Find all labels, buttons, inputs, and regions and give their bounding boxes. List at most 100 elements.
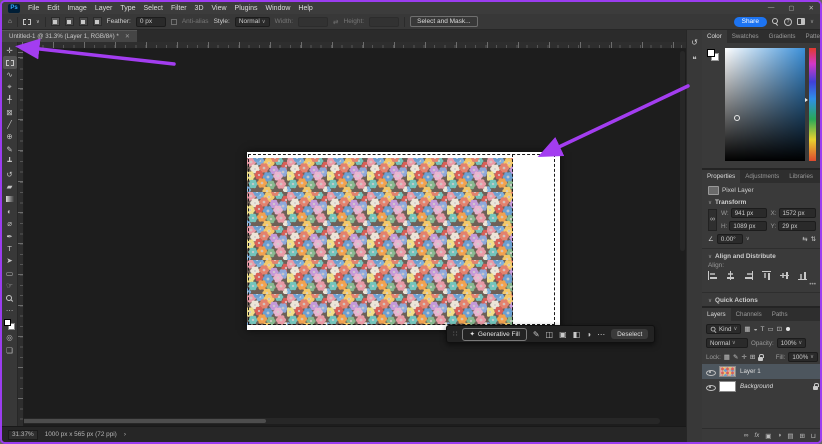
blend-mode-select[interactable]: Normal ∨ <box>706 338 748 348</box>
crop-tool[interactable]: ╃ <box>3 94 17 106</box>
tab-paths[interactable]: Paths <box>767 308 793 321</box>
type-tool[interactable]: T <box>3 242 17 254</box>
align-center-horizontal-icon[interactable] <box>726 271 735 280</box>
width-input[interactable] <box>298 17 328 27</box>
visibility-eye-icon[interactable] <box>706 383 715 391</box>
flip-horizontal-icon[interactable]: ⇆ <box>802 235 807 243</box>
height-input[interactable] <box>369 17 399 27</box>
home-icon[interactable]: ⌂ <box>8 18 12 25</box>
zoom-tool[interactable] <box>3 292 17 304</box>
menu-edit[interactable]: Edit <box>47 5 59 12</box>
link-dimensions-icon[interactable]: ∞ <box>708 209 717 231</box>
hue-slider-marker[interactable] <box>805 98 808 102</box>
lock-artboard-icon[interactable]: ⊞ <box>750 353 755 361</box>
align-section-header[interactable]: ∨ Align and Distribute <box>708 253 816 260</box>
history-icon[interactable]: ↺ <box>691 38 698 47</box>
chevron-down-icon[interactable]: ∨ <box>746 236 750 242</box>
opacity-input[interactable]: 100% ∨ <box>777 338 807 348</box>
transform-section-header[interactable]: ∨ Transform <box>708 199 816 206</box>
workspace-icon[interactable] <box>797 18 805 25</box>
tab-adjustments[interactable]: Adjustments <box>740 170 784 183</box>
modify-selection-brush-icon[interactable]: ✎ <box>533 330 540 339</box>
menu-image[interactable]: Image <box>67 5 86 12</box>
shape-filter-icon[interactable]: ▭ <box>768 325 774 333</box>
tab-gradients[interactable]: Gradients <box>764 30 801 43</box>
adjustment-filter-icon[interactable]: ◒ <box>754 326 758 333</box>
filter-toggle-icon[interactable] <box>786 327 790 331</box>
maximize-icon[interactable]: ▢ <box>788 4 794 12</box>
align-bottom-icon[interactable] <box>798 271 807 280</box>
rotation-input[interactable]: 0.00° <box>717 234 743 244</box>
path-selection-tool[interactable]: ➤ <box>3 255 17 267</box>
visibility-eye-icon[interactable] <box>706 368 715 376</box>
align-left-icon[interactable] <box>708 271 717 280</box>
close-icon[interactable]: ✕ <box>809 4 814 12</box>
align-top-icon[interactable] <box>762 271 771 280</box>
selection-options-icon[interactable]: ◫ <box>546 330 554 339</box>
layer-row-background[interactable]: Background <box>702 379 822 394</box>
foreground-background-colors[interactable] <box>707 49 719 61</box>
menu-help[interactable]: Help <box>298 5 312 12</box>
layer-effects-icon[interactable]: fx <box>755 433 760 439</box>
color-picker-field[interactable] <box>725 48 805 161</box>
close-tab-icon[interactable]: ✕ <box>125 33 130 40</box>
lock-position-icon[interactable]: ✛ <box>741 353 746 361</box>
vertical-scrollbar[interactable] <box>680 51 685 251</box>
menu-filter[interactable]: Filter <box>171 5 187 12</box>
link-dimensions-icon[interactable]: ⇄ <box>333 18 338 26</box>
workspace-chevron-icon[interactable]: ∨ <box>810 19 814 25</box>
add-to-selection-button[interactable] <box>65 17 74 26</box>
deselect-button[interactable]: Deselect <box>611 329 648 339</box>
active-tool-icon[interactable] <box>23 19 31 25</box>
rectangle-tool[interactable]: ▭ <box>3 267 17 279</box>
tool-preset-chevron-icon[interactable]: ∨ <box>36 19 40 25</box>
layer-name[interactable]: Background <box>740 383 773 390</box>
align-right-icon[interactable] <box>744 271 753 280</box>
new-selection-button[interactable] <box>51 17 60 26</box>
object-selection-tool[interactable]: ⌖ <box>3 81 17 93</box>
smart-object-filter-icon[interactable]: ⊡ <box>777 325 782 333</box>
eraser-tool[interactable]: ▰ <box>3 180 17 192</box>
eyedropper-tool[interactable]: ╱ <box>3 118 17 130</box>
new-layer-icon[interactable]: ⊞ <box>799 432 804 440</box>
tab-libraries[interactable]: Libraries <box>784 170 818 183</box>
more-options-icon[interactable]: ⋯ <box>597 330 605 339</box>
document-tab[interactable]: Untitled-1 @ 31.3% (Layer 1, RGB/8#) * ✕ <box>2 30 137 42</box>
history-brush-tool[interactable]: ↺ <box>3 168 17 180</box>
lasso-tool[interactable]: ∿ <box>3 69 17 81</box>
antialias-checkbox[interactable] <box>171 19 177 25</box>
tab-color[interactable]: Color <box>702 30 727 43</box>
tab-channels[interactable]: Channels <box>731 308 767 321</box>
drag-handle-icon[interactable]: ∷ <box>453 330 456 338</box>
generative-fill-button[interactable]: ✦ Generative Fill <box>462 328 526 341</box>
fill-selection-icon[interactable]: ◧ <box>573 330 581 339</box>
tab-patterns[interactable]: Patterns <box>800 30 822 43</box>
menu-file[interactable]: File <box>28 5 39 12</box>
lock-transparency-icon[interactable]: ▦ <box>724 353 730 361</box>
healing-brush-tool[interactable]: ⊕ <box>3 131 17 143</box>
feather-input[interactable]: 0 px <box>136 17 166 27</box>
invert-selection-icon[interactable]: ◑ <box>586 330 591 339</box>
align-more-icon[interactable]: ••• <box>708 281 816 288</box>
add-layer-mask-icon[interactable]: ▣ <box>765 432 771 440</box>
horizontal-scrollbar[interactable] <box>20 418 660 424</box>
tab-layers[interactable]: Layers <box>702 308 731 321</box>
select-and-mask-button[interactable]: Select and Mask... <box>410 16 477 27</box>
help-icon[interactable]: ? <box>784 18 792 26</box>
edit-toolbar-button[interactable]: ⋯ <box>3 304 17 316</box>
kind-filter-select[interactable]: Kind∨ <box>706 324 741 334</box>
share-button[interactable]: Share <box>734 17 767 27</box>
layer-thumbnail[interactable] <box>719 366 736 377</box>
style-select[interactable]: Normal ∨ <box>235 17 270 27</box>
pen-tool[interactable]: ✒ <box>3 230 17 242</box>
delete-layer-icon[interactable]: ⊔ <box>811 432 816 440</box>
zoom-level-input[interactable]: 31.37% <box>8 430 38 440</box>
align-center-vertical-icon[interactable] <box>780 271 789 280</box>
menu-select[interactable]: Select <box>144 5 163 12</box>
layer-thumbnail[interactable] <box>719 381 736 392</box>
subtract-from-selection-button[interactable] <box>79 17 88 26</box>
height-input[interactable]: 1089 px <box>729 221 766 231</box>
frame-tool[interactable]: ⊠ <box>3 106 17 118</box>
menu-3d[interactable]: 3D <box>195 5 204 12</box>
new-group-icon[interactable]: ▤ <box>787 432 793 440</box>
